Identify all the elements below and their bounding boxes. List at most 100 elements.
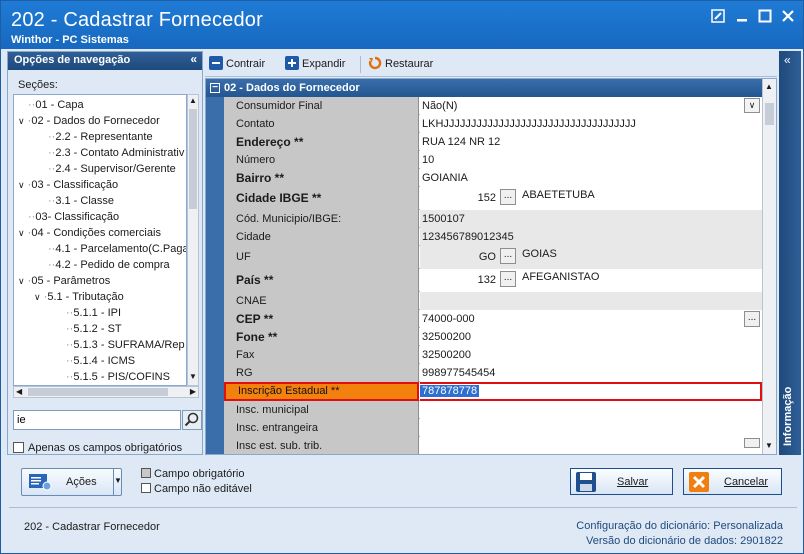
grid-row[interactable]: Cidade 123456789012345 xyxy=(224,228,762,246)
chevron-down-icon[interactable]: ∨ xyxy=(744,98,760,113)
lookup-button[interactable]: ... xyxy=(500,248,516,264)
field-value: ABAETETUBA xyxy=(522,189,595,201)
grid-vertical-scrollbar[interactable]: ▲ ▼ xyxy=(762,79,776,454)
chevron-down-icon[interactable]: ∨ xyxy=(18,180,25,190)
cidade-ibge-field[interactable]: 152 ... ABAETETUBA xyxy=(420,187,762,210)
grid-row[interactable]: CEP ** 74000-000 ... xyxy=(224,310,762,328)
close-icon[interactable] xyxy=(780,9,796,25)
grid-row[interactable]: Contato LKHJJJJJJJJJJJJJJJJJJJJJJJJJJJJJ… xyxy=(224,115,762,133)
scroll-down-icon[interactable]: ▼ xyxy=(765,441,773,450)
tree-item[interactable]: ∨ ·04 - Condições comerciais xyxy=(18,225,161,241)
minimize-icon[interactable] xyxy=(734,9,750,25)
collapse-left-icon[interactable]: « xyxy=(190,52,197,66)
fone-field[interactable]: 32500200 xyxy=(420,328,762,346)
grid-scroll-thumb[interactable] xyxy=(765,103,774,125)
grid-row[interactable]: UF GO ... GOIAS xyxy=(224,246,762,269)
rg-field[interactable]: 998977545454 xyxy=(420,364,762,382)
lookup-button[interactable]: ... xyxy=(500,189,516,205)
tree-hscroll-thumb[interactable] xyxy=(28,388,168,396)
tree-item[interactable]: ··5.1.4 - ICMS xyxy=(66,353,135,369)
chevron-down-icon[interactable]: ∨ xyxy=(18,228,25,238)
tree-item[interactable]: ··5.1.1 - IPI xyxy=(66,305,121,321)
grid-row[interactable]: Consumidor Final Não(N) ∨ xyxy=(224,97,762,115)
search-icon xyxy=(184,412,199,427)
grid-row[interactable]: Endereço ** RUA 124 NR 12 xyxy=(224,133,762,151)
grid-row-selected[interactable]: Inscrição Estadual ** 787878778 xyxy=(224,382,762,401)
section-search-input[interactable] xyxy=(13,410,181,430)
field-label: Fax xyxy=(224,346,419,364)
tree-item[interactable]: ··5.1.2 - ST xyxy=(66,321,122,337)
numero-field[interactable]: 10 xyxy=(420,151,762,169)
grid-row[interactable]: Insc est. sub. trib. xyxy=(224,437,762,454)
dropdown-arrow-icon[interactable]: ▼ xyxy=(113,469,122,495)
insc-municipal-field[interactable] xyxy=(420,401,762,419)
chevron-down-icon[interactable]: ∨ xyxy=(34,292,41,302)
cancel-button[interactable]: Cancelar xyxy=(683,468,782,495)
checkbox-box[interactable] xyxy=(13,442,24,453)
tree-item[interactable]: ∨ ·05 - Parâmetros xyxy=(18,273,110,289)
info-panel-collapsed[interactable]: « Informação xyxy=(779,51,801,455)
grid-section-header[interactable]: − 02 - Dados do Fornecedor xyxy=(206,79,762,97)
insc-estrangeira-field[interactable] xyxy=(420,419,762,437)
lookup-button[interactable]: ... xyxy=(500,271,516,287)
contato-field[interactable]: LKHJJJJJJJJJJJJJJJJJJJJJJJJJJJJJJJJJJJ xyxy=(420,115,762,133)
tree-item[interactable]: ··5.1.5 - PIS/COFINS xyxy=(66,369,170,385)
tree-item[interactable]: ··3.1 - Classe xyxy=(48,193,114,209)
grid-row[interactable]: Número 10 xyxy=(224,151,762,169)
scroll-left-icon[interactable]: ◀ xyxy=(16,387,22,396)
edit-window-icon[interactable] xyxy=(710,9,726,25)
tree-item[interactable]: ··5.1.3 - SUFRAMA/Rep xyxy=(66,337,185,353)
cep-field[interactable]: 74000-000 ... xyxy=(420,310,762,328)
grid-row[interactable]: Fax 32500200 xyxy=(224,346,762,364)
maximize-icon[interactable] xyxy=(757,9,773,25)
collapse-section-icon[interactable]: − xyxy=(210,83,220,93)
grid-row[interactable]: CNAE xyxy=(224,292,762,310)
chevron-down-icon[interactable]: ∨ xyxy=(18,116,25,126)
grid-row[interactable]: RG 998977545454 xyxy=(224,364,762,382)
chevron-down-icon[interactable]: ∨ xyxy=(18,276,25,286)
pais-field[interactable]: 132 ... AFEGANISTAO xyxy=(420,269,762,292)
tree-item[interactable]: ∨ ·02 - Dados do Fornecedor xyxy=(18,113,160,129)
endereco-field[interactable]: RUA 124 NR 12 xyxy=(420,133,762,151)
lookup-button[interactable]: ... xyxy=(744,311,760,327)
scroll-up-icon[interactable]: ▲ xyxy=(189,97,197,105)
tree-item[interactable]: ··2.3 - Contato Administrativ xyxy=(48,145,184,161)
sections-tree-list[interactable]: ··01 - Capa ∨ ·02 - Dados do Fornecedor … xyxy=(13,94,187,386)
consumidor-final-select[interactable]: Não(N) ∨ xyxy=(420,97,762,115)
scroll-right-icon[interactable]: ▶ xyxy=(190,387,196,396)
lookup-button[interactable] xyxy=(744,438,760,448)
config-label: Configuração do dicionário: xyxy=(576,520,711,532)
grid-row[interactable]: Cidade IBGE ** 152 ... ABAETETUBA xyxy=(224,187,762,210)
grid-row[interactable]: Fone ** 32500200 xyxy=(224,328,762,346)
tree-item[interactable]: ··4.2 - Pedido de compra xyxy=(48,257,170,273)
contrair-button[interactable]: Contrair xyxy=(209,56,265,73)
expand-info-icon[interactable]: « xyxy=(784,53,791,67)
tree-item[interactable]: ··2.2 - Representante xyxy=(48,129,153,145)
tree-item[interactable]: ··2.4 - Supervisor/Gerente xyxy=(48,161,176,177)
search-button[interactable] xyxy=(182,410,202,430)
tree-item[interactable]: ∨ ·03 - Classificação xyxy=(18,177,118,193)
grid-row[interactable]: Insc. municipal xyxy=(224,401,762,419)
acoes-button[interactable]: Ações ▼ xyxy=(21,468,122,496)
inscricao-estadual-field[interactable]: 787878778 xyxy=(420,382,762,401)
cnae-field xyxy=(420,292,762,310)
tree-item[interactable]: ··01 - Capa xyxy=(28,97,84,113)
tree-item[interactable]: ··03- Classificação xyxy=(28,209,119,225)
restaurar-button[interactable]: Restaurar xyxy=(368,56,433,73)
only-required-checkbox[interactable]: Apenas os campos obrigatórios xyxy=(13,442,182,454)
insc-st-field[interactable] xyxy=(420,437,762,454)
tree-scroll-thumb[interactable] xyxy=(189,109,197,209)
save-button[interactable]: Salvar xyxy=(570,468,673,495)
tree-item[interactable]: ∨ ·5.1 - Tributação xyxy=(34,289,124,305)
grid-row[interactable]: Bairro ** GOIANIA xyxy=(224,169,762,187)
grid-row[interactable]: Cód. Municipio/IBGE: 1500107 xyxy=(224,210,762,228)
tree-item[interactable]: ··4.1 - Parcelamento(C.Paga xyxy=(48,241,186,257)
fax-field[interactable]: 32500200 xyxy=(420,346,762,364)
expandir-button[interactable]: Expandir xyxy=(285,56,345,73)
grid-row[interactable]: Insc. entrangeira xyxy=(224,419,762,437)
scroll-down-icon[interactable]: ▼ xyxy=(189,373,197,381)
tree-horizontal-scrollbar[interactable]: ◀ ▶ xyxy=(13,386,199,398)
scroll-up-icon[interactable]: ▲ xyxy=(765,82,773,91)
tree-vertical-scrollbar[interactable]: ▲ ▼ xyxy=(187,94,199,386)
grid-row[interactable]: País ** 132 ... AFEGANISTAO xyxy=(224,269,762,292)
